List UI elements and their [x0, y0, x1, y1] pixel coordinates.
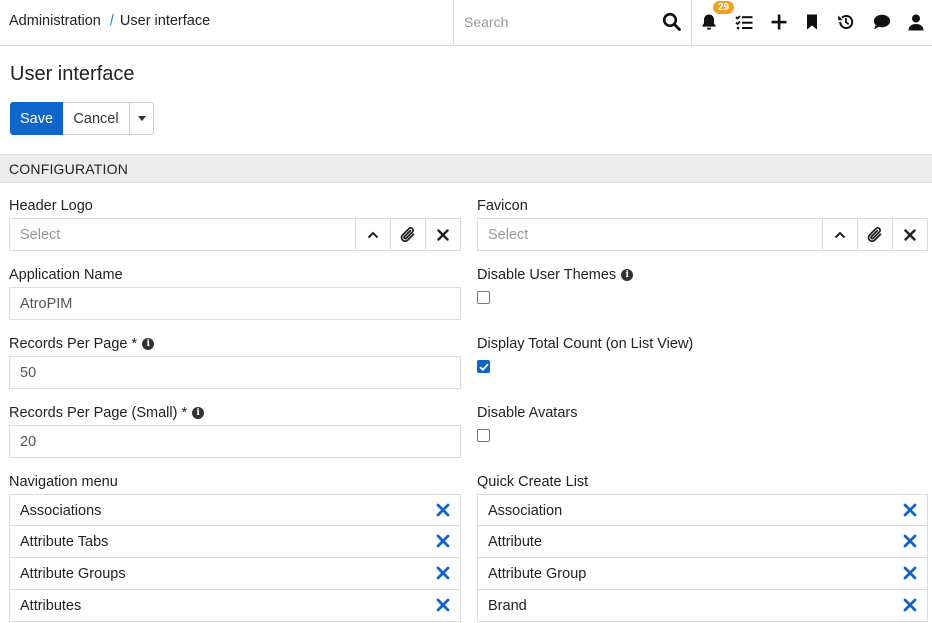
notification-count-badge: 29: [713, 1, 734, 14]
breadcrumb-current: User interface: [119, 13, 211, 29]
close-icon: [437, 228, 449, 241]
records-per-page-small-label-text: Records Per Page (Small) *: [9, 405, 188, 421]
header-logo-select-button[interactable]: [355, 219, 390, 250]
panel-title: CONFIGURATION: [9, 161, 129, 177]
user-profile-icon[interactable]: [905, 11, 927, 33]
info-icon[interactable]: i: [621, 269, 634, 281]
list-item-label: Attribute Group: [488, 566, 587, 582]
application-name-field: [9, 287, 461, 320]
checkmark-icon: [478, 363, 489, 371]
configuration-panel-header: CONFIGURATION: [0, 154, 932, 183]
remove-icon[interactable]: [436, 566, 450, 580]
breadcrumb-administration[interactable]: Administration: [9, 13, 101, 29]
remove-icon[interactable]: [436, 503, 450, 517]
task-list-icon[interactable]: [733, 11, 755, 33]
records-per-page-input[interactable]: [10, 357, 460, 388]
remove-icon[interactable]: [903, 598, 917, 612]
list-item-label: Attribute: [488, 534, 542, 550]
save-button[interactable]: Save: [10, 102, 63, 135]
quick-create-list-label-text: Quick Create List: [477, 474, 589, 490]
disable-user-themes-label: Disable User Themes i: [477, 267, 634, 283]
navigation-menu-label-text: Navigation menu: [9, 474, 118, 490]
records-per-page-field: [9, 356, 461, 389]
records-per-page-label-text: Records Per Page *: [9, 336, 138, 352]
disable-avatars-checkbox[interactable]: [477, 429, 490, 442]
navigation-menu-list: Associations Attribute Tabs Attribute Gr…: [9, 494, 461, 622]
remove-icon[interactable]: [436, 534, 450, 548]
remove-icon[interactable]: [903, 534, 917, 548]
application-name-label-text: Application Name: [9, 267, 123, 283]
header-logo-field: [9, 218, 461, 251]
top-navbar: Administration / User interface 29: [0, 0, 932, 46]
global-search: [453, 0, 692, 45]
cancel-button[interactable]: Cancel: [63, 102, 130, 135]
breadcrumb-separator: /: [109, 13, 114, 29]
bookmark-icon[interactable]: [801, 11, 823, 33]
search-icon[interactable]: [662, 12, 682, 32]
list-item-label: Brand: [488, 598, 527, 614]
chevron-up-icon: [367, 231, 379, 238]
display-total-count-label: Display Total Count (on List View): [477, 336, 693, 352]
application-name-input[interactable]: [10, 288, 460, 319]
application-name-label: Application Name: [9, 267, 123, 283]
search-input[interactable]: [464, 10, 654, 34]
header-logo-attach-button[interactable]: [390, 219, 425, 250]
history-icon[interactable]: [835, 11, 857, 33]
action-button-group: Save Cancel: [10, 102, 154, 135]
disable-avatars-label-text: Disable Avatars: [477, 405, 578, 421]
remove-icon[interactable]: [903, 503, 917, 517]
quick-create-list: Association Attribute Attribute Group Br…: [477, 494, 928, 622]
close-icon: [904, 228, 916, 241]
chat-bubble-icon[interactable]: [871, 11, 893, 33]
page-title: User interface: [10, 63, 135, 85]
caret-down-icon: [137, 116, 146, 121]
header-logo-clear-button[interactable]: [425, 219, 460, 250]
list-item[interactable]: Brand: [477, 590, 928, 622]
list-item-label: Attribute Tabs: [20, 534, 109, 550]
favicon-field: [477, 218, 928, 251]
favicon-input[interactable]: [478, 219, 822, 250]
list-item-label: Attributes: [20, 598, 82, 614]
header-logo-label-text: Header Logo: [9, 198, 93, 214]
notifications-bell-icon[interactable]: [698, 11, 720, 33]
favicon-clear-button[interactable]: [892, 219, 927, 250]
header-logo-label: Header Logo: [9, 198, 93, 214]
list-item[interactable]: Attribute: [477, 526, 928, 558]
list-item[interactable]: Attribute Tabs: [9, 526, 461, 558]
info-icon[interactable]: i: [142, 338, 155, 350]
remove-icon[interactable]: [436, 598, 450, 612]
disable-avatars-label: Disable Avatars: [477, 405, 577, 421]
list-item-label: Associations: [20, 503, 102, 519]
list-item[interactable]: Attribute Groups: [9, 558, 461, 590]
list-item[interactable]: Associations: [9, 494, 461, 526]
favicon-label-text: Favicon: [477, 198, 528, 214]
records-per-page-small-label: Records Per Page (Small) * i: [9, 405, 205, 421]
more-actions-dropdown-button[interactable]: [130, 102, 154, 135]
paperclip-icon: [867, 227, 882, 243]
chevron-up-icon: [834, 231, 846, 238]
list-item[interactable]: Attributes: [9, 590, 461, 622]
favicon-select-button[interactable]: [822, 219, 857, 250]
header-logo-input[interactable]: [10, 219, 355, 250]
display-total-count-checkbox[interactable]: [477, 360, 490, 373]
list-item-label: Association: [488, 503, 563, 519]
navigation-menu-label: Navigation menu: [9, 474, 118, 490]
info-icon[interactable]: i: [192, 407, 205, 419]
breadcrumb: Administration / User interface: [9, 0, 210, 43]
disable-user-themes-label-text: Disable User Themes: [477, 267, 617, 283]
quick-create-list-label: Quick Create List: [477, 474, 588, 490]
display-total-count-label-text: Display Total Count (on List View): [477, 336, 694, 352]
records-per-page-small-input[interactable]: [10, 426, 460, 457]
disable-user-themes-checkbox[interactable]: [477, 291, 490, 304]
remove-icon[interactable]: [903, 566, 917, 580]
list-item-label: Attribute Groups: [20, 566, 126, 582]
list-item[interactable]: Association: [477, 494, 928, 526]
records-per-page-small-field: [9, 425, 461, 458]
favicon-label: Favicon: [477, 198, 528, 214]
records-per-page-label: Records Per Page * i: [9, 336, 155, 352]
paperclip-icon: [400, 227, 415, 243]
quick-create-plus-icon[interactable]: [768, 11, 790, 33]
list-item[interactable]: Attribute Group: [477, 558, 928, 590]
favicon-attach-button[interactable]: [857, 219, 892, 250]
